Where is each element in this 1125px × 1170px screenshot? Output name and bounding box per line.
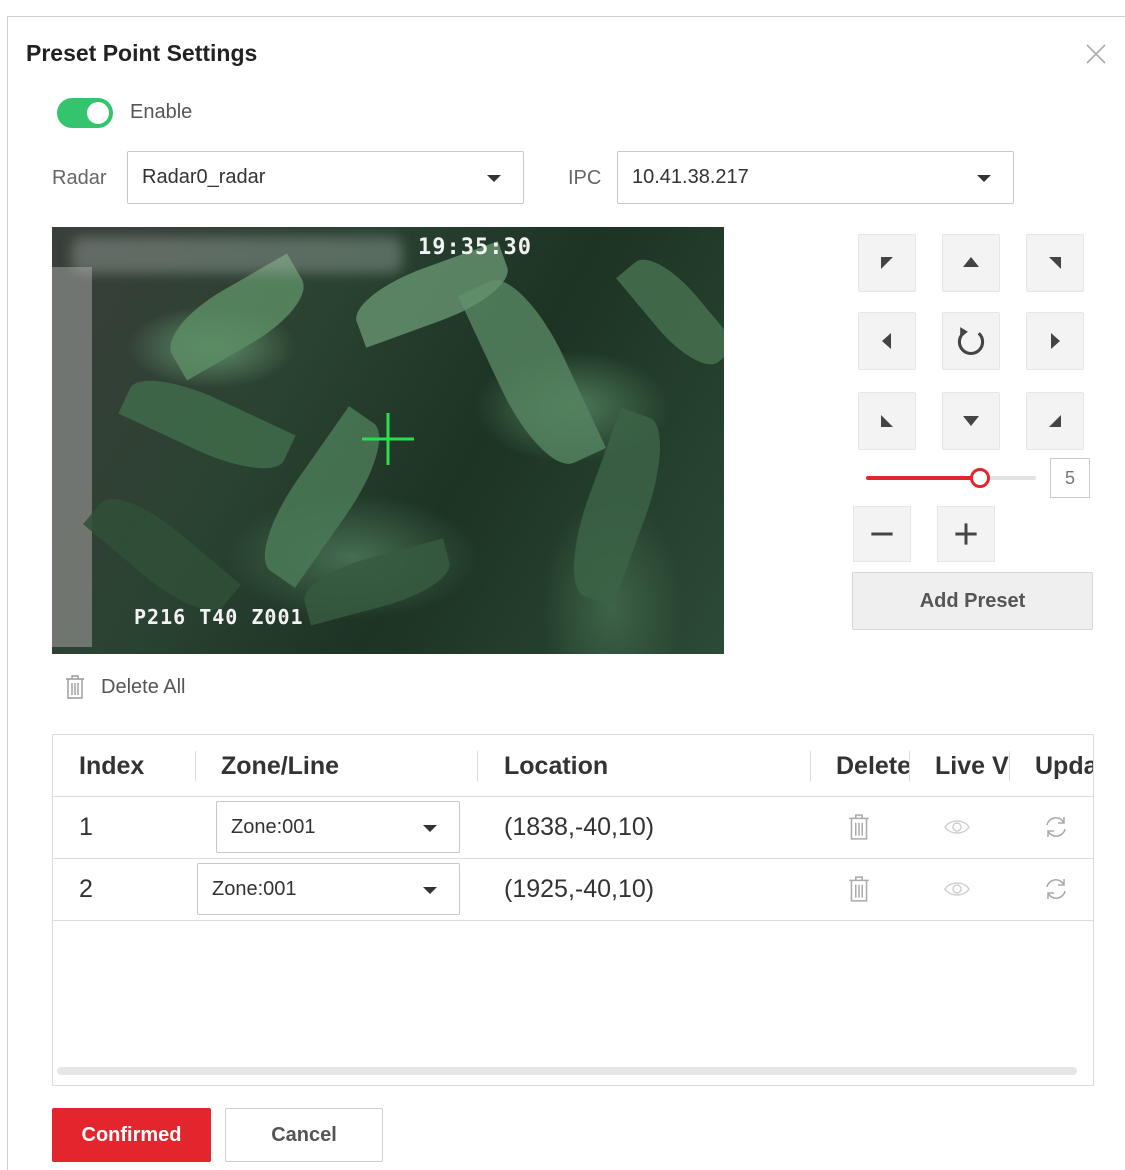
radar-label: Radar xyxy=(52,167,107,189)
table-row: 1 Zone:001 (1838,-40,10) xyxy=(53,797,1093,859)
speed-slider-fill xyxy=(866,476,980,480)
table-row: 2 Zone:001 (1925,-40,10) xyxy=(53,859,1093,921)
arrow-down-icon xyxy=(963,416,979,426)
chevron-down-icon xyxy=(423,825,437,832)
trash-icon[interactable] xyxy=(846,813,872,841)
zone-select-value: Zone:001 xyxy=(231,816,316,838)
row-index: 1 xyxy=(79,813,93,841)
arrow-down-left-icon xyxy=(881,415,893,427)
enable-toggle[interactable] xyxy=(57,98,113,128)
enable-label: Enable xyxy=(130,101,193,123)
zoom-in-button[interactable] xyxy=(937,506,995,562)
video-osd-text: P216 T40 Z001 xyxy=(134,605,304,629)
row-index: 2 xyxy=(79,875,93,903)
arrow-left-icon xyxy=(882,333,891,349)
trash-icon xyxy=(66,675,84,699)
zone-select[interactable]: Zone:001 xyxy=(216,801,460,853)
trash-icon[interactable] xyxy=(846,875,872,903)
ptz-speed-slider[interactable] xyxy=(866,468,1036,488)
row-location: (1838,-40,10) xyxy=(504,813,655,841)
confirm-button[interactable]: Confirmed xyxy=(52,1108,211,1162)
arrow-up-right-icon xyxy=(1049,257,1061,269)
table-horizontal-scrollbar[interactable] xyxy=(57,1067,1077,1075)
radar-select-value: Radar0_radar xyxy=(142,166,266,188)
ptz-down-right-button[interactable] xyxy=(1026,392,1084,450)
column-header-live-view: Live V xyxy=(935,752,1009,780)
ipc-select-value: 10.41.38.217 xyxy=(632,166,749,188)
dialog-title: Preset Point Settings xyxy=(26,40,258,66)
column-header-zone-line: Zone/Line xyxy=(221,752,340,780)
zone-select-value: Zone:001 xyxy=(212,878,297,900)
delete-all-label: Delete All xyxy=(101,675,186,698)
minus-icon xyxy=(871,532,893,536)
arrow-right-icon xyxy=(1051,333,1060,349)
crosshair-icon xyxy=(362,413,414,465)
cancel-button[interactable]: Cancel xyxy=(225,1108,383,1162)
speed-value-box[interactable]: 5 xyxy=(1050,458,1090,498)
speed-slider-thumb[interactable] xyxy=(970,468,990,488)
zoom-out-button[interactable] xyxy=(853,506,911,562)
refresh-icon[interactable] xyxy=(1043,813,1069,841)
preset-table: Index Zone/Line Location Delete Live V U… xyxy=(52,734,1094,1086)
ptz-left-button[interactable] xyxy=(858,312,916,370)
ptz-down-button[interactable] xyxy=(942,392,1000,450)
arrow-up-icon xyxy=(963,257,979,267)
ptz-right-button[interactable] xyxy=(1026,312,1084,370)
ptz-up-right-button[interactable] xyxy=(1026,234,1084,292)
plus-icon xyxy=(955,523,977,545)
chevron-down-icon xyxy=(487,175,501,182)
arrow-down-right-icon xyxy=(1049,415,1061,427)
zone-select[interactable]: Zone:001 xyxy=(197,863,460,915)
column-header-location: Location xyxy=(504,752,609,780)
eye-icon[interactable] xyxy=(943,813,971,841)
chevron-down-icon xyxy=(423,887,437,894)
arrow-up-left-icon xyxy=(881,257,893,269)
column-header-index: Index xyxy=(79,752,145,780)
rotate-icon xyxy=(957,327,985,356)
row-location: (1925,-40,10) xyxy=(504,875,655,903)
refresh-icon[interactable] xyxy=(1043,875,1069,903)
live-video-view[interactable]: 19:35:30 P216 T40 Z001 xyxy=(52,227,724,654)
radar-select[interactable]: Radar0_radar xyxy=(127,151,524,204)
delete-all-button[interactable]: Delete All xyxy=(64,672,186,702)
ptz-up-button[interactable] xyxy=(942,234,1000,292)
column-header-update: Upda xyxy=(1035,752,1093,780)
close-icon[interactable] xyxy=(1080,38,1112,70)
ipc-select[interactable]: 10.41.38.217 xyxy=(617,151,1014,204)
ptz-auto-rotate-button[interactable] xyxy=(942,312,1000,370)
add-preset-button[interactable]: Add Preset xyxy=(852,572,1093,630)
ipc-label: IPC xyxy=(568,167,602,189)
chevron-down-icon xyxy=(977,175,991,182)
ptz-down-left-button[interactable] xyxy=(858,392,916,450)
eye-icon[interactable] xyxy=(943,875,971,903)
table-header: Index Zone/Line Location Delete Live V U… xyxy=(53,735,1093,797)
column-header-delete: Delete xyxy=(836,752,909,780)
video-timestamp: 19:35:30 xyxy=(418,235,532,260)
ptz-up-left-button[interactable] xyxy=(858,234,916,292)
blurred-overlay xyxy=(72,237,402,273)
